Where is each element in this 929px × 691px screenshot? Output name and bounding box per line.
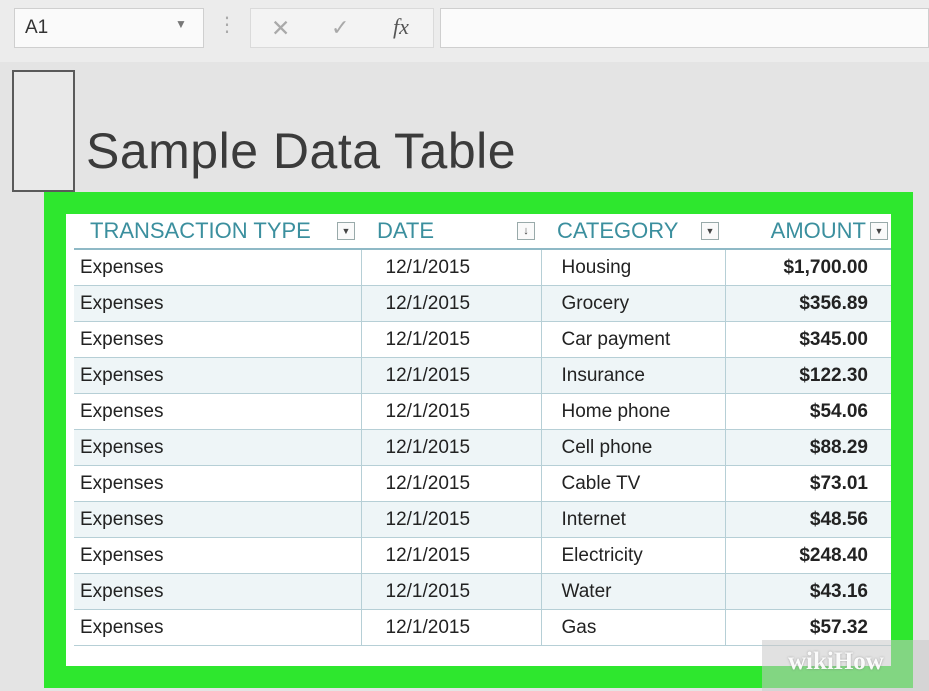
cell-category[interactable]: Home phone [541, 393, 726, 430]
table-row: Expenses 12/1/2015 Grocery $356.89 [74, 285, 891, 322]
table-header-row: TRANSACTION TYPE ▼ DATE ↓ CATEGORY ▼ AMO… [74, 214, 891, 250]
cell-amount[interactable]: $248.40 [725, 537, 891, 574]
cell-date[interactable]: 12/1/2015 [361, 249, 542, 286]
cell-category[interactable]: Grocery [541, 285, 726, 322]
cell-amount[interactable]: $122.30 [725, 357, 891, 394]
cell-transaction-type[interactable]: Expenses [74, 465, 362, 502]
formula-bar: A1 ▼ ⋮ ✕ ✓ fx [0, 0, 929, 62]
cell-date[interactable]: 12/1/2015 [361, 321, 542, 358]
cell-transaction-type[interactable]: Expenses [74, 429, 362, 466]
wikihow-watermark: wikiHow [762, 640, 929, 691]
cell-date[interactable]: 12/1/2015 [361, 429, 542, 466]
cell-date[interactable]: 12/1/2015 [361, 465, 542, 502]
cell-date[interactable]: 12/1/2015 [361, 285, 542, 322]
watermark-wiki: wiki [788, 648, 834, 675]
data-table: TRANSACTION TYPE ▼ DATE ↓ CATEGORY ▼ AMO… [74, 214, 891, 646]
cell-date[interactable]: 12/1/2015 [361, 357, 542, 394]
table-row: Expenses 12/1/2015 Internet $48.56 [74, 501, 891, 538]
name-box[interactable]: A1 ▼ [14, 8, 204, 48]
table-row: Expenses 12/1/2015 Car payment $345.00 [74, 321, 891, 358]
drag-handle-icon[interactable]: ⋮ [217, 12, 237, 37]
formula-input[interactable] [440, 8, 929, 48]
header-category[interactable]: CATEGORY ▼ [541, 214, 725, 250]
cell-category[interactable]: Insurance [541, 357, 726, 394]
cell-category[interactable]: Cable TV [541, 465, 726, 502]
header-label: CATEGORY [557, 218, 679, 243]
cell-amount[interactable]: $88.29 [725, 429, 891, 466]
header-transaction-type[interactable]: TRANSACTION TYPE ▼ [74, 214, 361, 250]
spreadsheet-window: A1 ▼ ⋮ ✕ ✓ fx Sample Data Table TRANSACT… [0, 0, 929, 691]
cell-date[interactable]: 12/1/2015 [361, 573, 542, 610]
selected-cell-a1[interactable] [12, 70, 75, 192]
table-row: Expenses 12/1/2015 Cable TV $73.01 [74, 465, 891, 502]
formula-actions: ✕ ✓ fx [250, 8, 434, 48]
cancel-icon[interactable]: ✕ [271, 15, 290, 42]
table-highlight-frame: TRANSACTION TYPE ▼ DATE ↓ CATEGORY ▼ AMO… [44, 192, 913, 688]
cell-category[interactable]: Car payment [541, 321, 726, 358]
cell-date[interactable]: 12/1/2015 [361, 501, 542, 538]
cell-transaction-type[interactable]: Expenses [74, 285, 362, 322]
filter-dropdown-icon[interactable]: ▼ [701, 222, 719, 240]
chevron-down-icon[interactable]: ▼ [175, 17, 187, 31]
sort-descending-icon[interactable]: ↓ [517, 222, 535, 240]
table-row: Expenses 12/1/2015 Water $43.16 [74, 573, 891, 610]
table-row: Expenses 12/1/2015 Insurance $122.30 [74, 357, 891, 394]
header-label: TRANSACTION TYPE [90, 218, 311, 243]
table-row: Expenses 12/1/2015 Housing $1,700.00 [74, 249, 891, 286]
header-label: DATE [377, 218, 435, 243]
cell-amount[interactable]: $48.56 [725, 501, 891, 538]
watermark-how: How [833, 648, 884, 675]
name-box-value: A1 [25, 17, 49, 38]
cell-amount[interactable]: $54.06 [725, 393, 891, 430]
cell-transaction-type[interactable]: Expenses [74, 537, 362, 574]
cell-amount[interactable]: $345.00 [725, 321, 891, 358]
header-label: AMOUNT [770, 218, 866, 243]
insert-function-icon[interactable]: fx [393, 14, 409, 40]
cell-transaction-type[interactable]: Expenses [74, 393, 362, 430]
cell-date[interactable]: 12/1/2015 [361, 537, 542, 574]
cell-transaction-type[interactable]: Expenses [74, 501, 362, 538]
table-row: Expenses 12/1/2015 Cell phone $88.29 [74, 429, 891, 466]
cell-category[interactable]: Gas [541, 609, 726, 646]
cell-transaction-type[interactable]: Expenses [74, 573, 362, 610]
filter-dropdown-icon[interactable]: ▼ [870, 222, 888, 240]
table-row: Expenses 12/1/2015 Electricity $248.40 [74, 537, 891, 574]
cell-category[interactable]: Cell phone [541, 429, 726, 466]
header-date[interactable]: DATE ↓ [361, 214, 541, 250]
cell-date[interactable]: 12/1/2015 [361, 609, 542, 646]
cell-category[interactable]: Housing [541, 249, 726, 286]
cell-amount[interactable]: $1,700.00 [725, 249, 891, 286]
watermark-logo: wikiHow [788, 648, 884, 676]
cell-category[interactable]: Electricity [541, 537, 726, 574]
cell-amount[interactable]: $356.89 [725, 285, 891, 322]
filter-dropdown-icon[interactable]: ▼ [337, 222, 355, 240]
cell-date[interactable]: 12/1/2015 [361, 393, 542, 430]
cell-category[interactable]: Water [541, 573, 726, 610]
cell-amount[interactable]: $43.16 [725, 573, 891, 610]
cell-transaction-type[interactable]: Expenses [74, 321, 362, 358]
table-row: Expenses 12/1/2015 Home phone $54.06 [74, 393, 891, 430]
cell-transaction-type[interactable]: Expenses [74, 357, 362, 394]
enter-icon[interactable]: ✓ [331, 15, 349, 41]
cell-transaction-type[interactable]: Expenses [74, 249, 362, 286]
header-amount[interactable]: AMOUNT ▼ [725, 214, 891, 250]
cell-transaction-type[interactable]: Expenses [74, 609, 362, 646]
cell-amount[interactable]: $73.01 [725, 465, 891, 502]
cell-category[interactable]: Internet [541, 501, 726, 538]
sheet-title[interactable]: Sample Data Table [86, 122, 516, 180]
